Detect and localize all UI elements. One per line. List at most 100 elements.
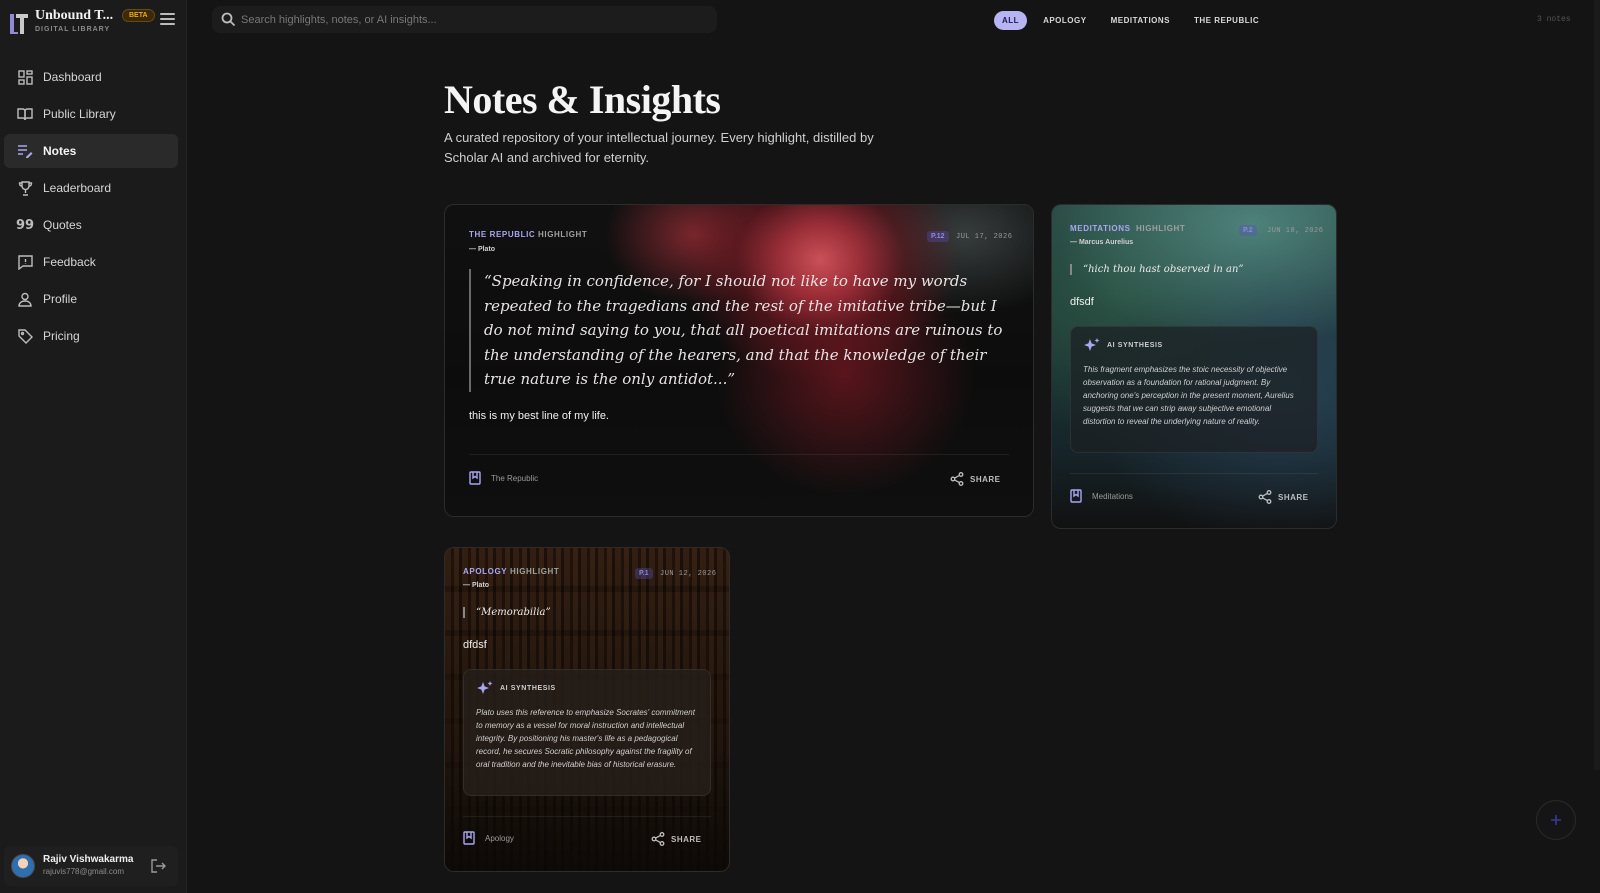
card-book-name: The Republic — [491, 473, 539, 483]
card-author: — Marcus Aurelius — [1070, 239, 1134, 246]
brand-title: Unbound T... — [35, 8, 114, 23]
sidebar-item-label: Feedback — [43, 255, 96, 269]
filter-all[interactable]: ALL — [994, 11, 1028, 30]
highlight-quote: “Speaking in confidence, for I should no… — [469, 269, 1009, 392]
card-date: JUN 18, 2026 — [1267, 227, 1324, 235]
share-label: SHARE — [970, 474, 1001, 484]
card-book-tag: MEDITATIONS — [1070, 224, 1131, 233]
page-badge: P.2 — [1239, 225, 1257, 236]
user-note: dfdsf — [463, 639, 487, 651]
share-icon — [651, 832, 665, 846]
bookmark-icon — [1070, 489, 1082, 503]
card-type-tag: HIGHLIGHT — [538, 230, 588, 239]
card-book-name: Apology — [485, 833, 514, 843]
user-profile-card[interactable]: Rajiv Vishwakarma rajuvis778@gmail.com — [4, 846, 178, 886]
share-icon — [950, 472, 964, 486]
share-button[interactable]: SHARE — [950, 472, 1001, 486]
card-date: JUL 17, 2026 — [956, 233, 1013, 241]
trophy-icon — [17, 180, 33, 196]
ai-synthesis-panel: AI SYNTHESIS This fragment emphasizes th… — [1070, 326, 1318, 453]
card-book-link[interactable]: Apology — [463, 831, 514, 845]
ai-synthesis-panel: AI SYNTHESIS Plato uses this reference t… — [463, 669, 711, 796]
sidebar-item-profile[interactable]: Profile — [4, 282, 178, 316]
page-badge: P.12 — [927, 231, 949, 242]
filter-apology[interactable]: APOLOGY — [1035, 11, 1095, 30]
feedback-icon — [17, 254, 33, 270]
filter-the-republic[interactable]: THE REPUBLIC — [1186, 11, 1267, 30]
sidebar-item-label: Notes — [43, 144, 77, 158]
book-open-icon — [17, 106, 33, 122]
card-book-name: Meditations — [1092, 491, 1133, 501]
card-type-tag: HIGHLIGHT — [1136, 224, 1186, 233]
dashboard-icon — [17, 69, 33, 85]
card-author: — Plato — [463, 582, 490, 589]
sparkle-icon — [477, 681, 493, 694]
highlight-quote: “Memorabilia” — [463, 607, 551, 618]
card-book-tag: THE REPUBLIC — [469, 230, 536, 239]
plus-icon — [1551, 815, 1561, 825]
page-badge: P.1 — [635, 568, 653, 579]
sidebar-item-label: Dashboard — [43, 70, 102, 84]
note-card-apology[interactable]: APOLOGY HIGHLIGHT — Plato P.1 JUN 12, 20… — [444, 547, 730, 872]
card-divider — [463, 816, 711, 817]
search-input[interactable] — [241, 6, 701, 33]
notes-icon — [17, 143, 33, 159]
sidebar-item-label: Pricing — [43, 329, 80, 343]
avatar — [11, 854, 35, 878]
filter-tabs: ALL APOLOGY MEDITATIONS THE REPUBLIC — [994, 11, 1275, 30]
page-description: A curated repository of your intellectua… — [444, 130, 874, 165]
sidebar-item-label: Profile — [43, 292, 78, 306]
sidebar-item-feedback[interactable]: Feedback — [4, 245, 178, 279]
sidebar-item-dashboard[interactable]: Dashboard — [4, 60, 178, 94]
sidebar-item-label: Quotes — [43, 218, 82, 232]
logout-icon[interactable] — [150, 858, 166, 874]
beta-badge: BETA — [122, 9, 155, 22]
sidebar-nav: Dashboard Public Library Notes Leaderboa… — [4, 60, 178, 356]
sidebar-item-label: Public Library — [43, 107, 116, 121]
sidebar-item-pricing[interactable]: Pricing — [4, 319, 178, 353]
user-icon — [17, 291, 33, 307]
tag-icon — [17, 328, 33, 344]
note-card-republic[interactable]: THE REPUBLIC HIGHLIGHT — Plato P.12 JUL … — [444, 204, 1034, 517]
sidebar-item-label: Leaderboard — [43, 181, 112, 195]
ai-synthesis-text: This fragment emphasizes the stoic neces… — [1083, 365, 1294, 426]
brand[interactable]: Unbound T... DIGITAL LIBRARY BETA — [8, 8, 180, 38]
card-type-tag: HIGHLIGHT — [510, 567, 560, 576]
card-book-link[interactable]: Meditations — [1070, 489, 1133, 503]
filter-meditations[interactable]: MEDITATIONS — [1103, 11, 1178, 30]
note-card-meditations[interactable]: MEDITATIONS HIGHLIGHT — Marcus Aurelius … — [1051, 204, 1337, 529]
bookmark-icon — [469, 471, 481, 485]
user-note: dfsdf — [1070, 296, 1094, 308]
share-icon — [1258, 490, 1272, 504]
sparkle-icon — [1084, 338, 1100, 351]
quote-icon: 99 — [15, 217, 35, 233]
card-divider — [469, 454, 1009, 455]
card-author: — Plato — [469, 246, 496, 253]
sidebar-item-leaderboard[interactable]: Leaderboard — [4, 171, 178, 205]
add-note-button[interactable] — [1536, 800, 1576, 840]
note-count: 3 notes — [1537, 15, 1571, 24]
card-book-tag: APOLOGY — [463, 567, 508, 576]
logo-icon — [10, 14, 28, 34]
ai-synthesis-title: AI SYNTHESIS — [500, 684, 556, 692]
ai-synthesis-text: Plato uses this reference to emphasize S… — [476, 708, 695, 769]
search-bar[interactable] — [212, 6, 717, 33]
card-book-link[interactable]: The Republic — [469, 471, 538, 485]
sidebar-item-quotes[interactable]: 99 Quotes — [4, 208, 178, 242]
share-button[interactable]: SHARE — [1258, 490, 1309, 504]
ai-synthesis-title: AI SYNTHESIS — [1107, 341, 1163, 349]
share-label: SHARE — [1278, 492, 1309, 502]
user-email: rajuvis778@gmail.com — [43, 867, 125, 876]
sidebar-item-public-library[interactable]: Public Library — [4, 97, 178, 131]
sidebar-item-notes[interactable]: Notes — [4, 134, 178, 168]
highlight-quote: “hich thou hast observed in an” — [1070, 264, 1244, 275]
sidebar: Unbound T... DIGITAL LIBRARY BETA Dashbo… — [0, 0, 187, 893]
share-button[interactable]: SHARE — [651, 832, 702, 846]
user-note: this is my best line of my life. — [469, 410, 609, 422]
scrollbar[interactable] — [1594, 0, 1600, 770]
card-divider — [1070, 473, 1318, 474]
share-label: SHARE — [671, 834, 702, 844]
menu-icon[interactable] — [160, 13, 175, 25]
user-name: Rajiv Vishwakarma — [43, 854, 134, 865]
card-date: JUN 12, 2026 — [660, 570, 717, 578]
